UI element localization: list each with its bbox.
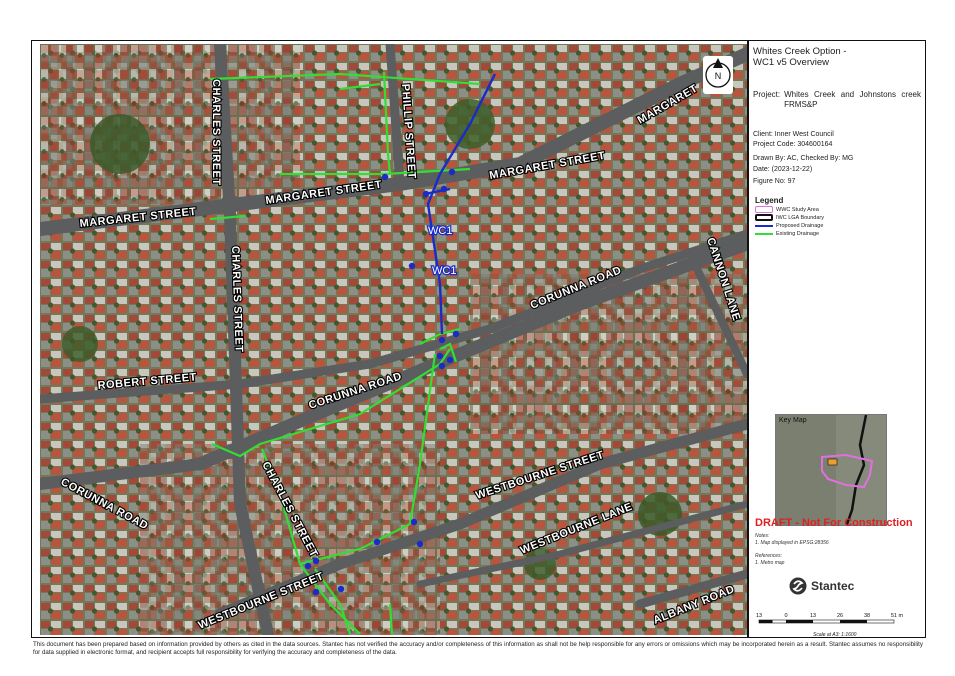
notes-text: 1. Map displayed in EPSG:28356 — [755, 540, 829, 546]
info-panel: Whites Creek Option - WC1 v5 Overview Pr… — [749, 44, 925, 638]
key-map: Key Map — [775, 414, 887, 526]
drawn-by-line: Drawn By: AC, Checked By: MG — [753, 155, 854, 162]
draft-warning: DRAFT - Not For Construction — [755, 517, 913, 529]
scale-tick-4: 38 — [864, 613, 870, 619]
aerial-map[interactable]: CHARLES STREET PHILLIP STREET MARGARET M… — [40, 44, 747, 635]
scale-tick-1: 0 — [784, 613, 787, 619]
north-arrow: N — [703, 56, 733, 94]
wc1-upper-label: WC1 — [428, 225, 452, 237]
scale-tick-0: 13 — [756, 613, 762, 619]
lga-boundary-swatch — [755, 214, 773, 221]
references-heading: References: — [755, 553, 782, 559]
existing-drainage-swatch — [755, 232, 773, 235]
scale-caption: Scale at A3: 1:1600 — [813, 632, 857, 638]
legend-study-area-label: WWC Study Area — [776, 206, 819, 213]
scale-tick-2: 13 — [810, 613, 816, 619]
notes-heading: Notes: — [755, 533, 770, 539]
map-canvas: CHARLES STREET PHILLIP STREET MARGARET M… — [40, 44, 747, 635]
legend-lga-boundary: IWC LGA Boundary — [755, 214, 824, 221]
north-arrow-icon: N — [705, 58, 731, 88]
legend-lga-boundary-label: IWC LGA Boundary — [776, 214, 824, 221]
project-label: Project: — [753, 90, 781, 99]
wc1-lower-label: WC1 — [432, 265, 456, 277]
stantec-name: Stantec — [811, 579, 855, 593]
legend-existing-drainage-label: Existing Drainage — [776, 230, 820, 237]
client-line: Client: Inner West Council — [753, 131, 834, 138]
map-title: Whites Creek Option - WC1 v5 Overview — [753, 46, 847, 68]
north-label: N — [715, 71, 722, 81]
project-code-line: Project Code: 304600164 — [753, 141, 833, 148]
key-map-label: Key Map — [779, 417, 807, 424]
scale-bar: 13 0 13 26 38 51 m Scale at A3: 1:1600 — [755, 610, 913, 643]
charles-street-north-label: CHARLES STREET — [210, 79, 222, 186]
scale-tick-5: 51 m — [891, 613, 904, 619]
study-area-swatch — [755, 206, 773, 213]
legend-study-area: WWC Study Area — [755, 206, 819, 213]
legend-title: Legend — [755, 196, 784, 205]
disclaimer-text: This document has been prepared based on… — [33, 641, 923, 656]
references-text: 1. Metro map — [755, 560, 785, 566]
stantec-logo: Stantec — [789, 577, 854, 595]
date-line: Date: (2023-12-22) — [753, 166, 813, 173]
scale-tick-3: 26 — [837, 613, 843, 619]
legend-existing-drainage: Existing Drainage — [755, 230, 819, 237]
stantec-swirl-icon — [789, 577, 807, 595]
proposed-drainage-swatch — [755, 224, 773, 227]
figure-no-line: Figure No: 97 — [753, 178, 796, 185]
project-row: Project: Whites Creek and Johnstons cree… — [753, 90, 921, 110]
legend-proposed-drainage-label: Proposed Drainage — [776, 222, 824, 229]
legend-proposed-drainage: Proposed Drainage — [755, 222, 823, 229]
project-value: Whites Creek and Johnstons creek FRMS&P — [784, 90, 921, 109]
key-map-image — [776, 415, 886, 525]
